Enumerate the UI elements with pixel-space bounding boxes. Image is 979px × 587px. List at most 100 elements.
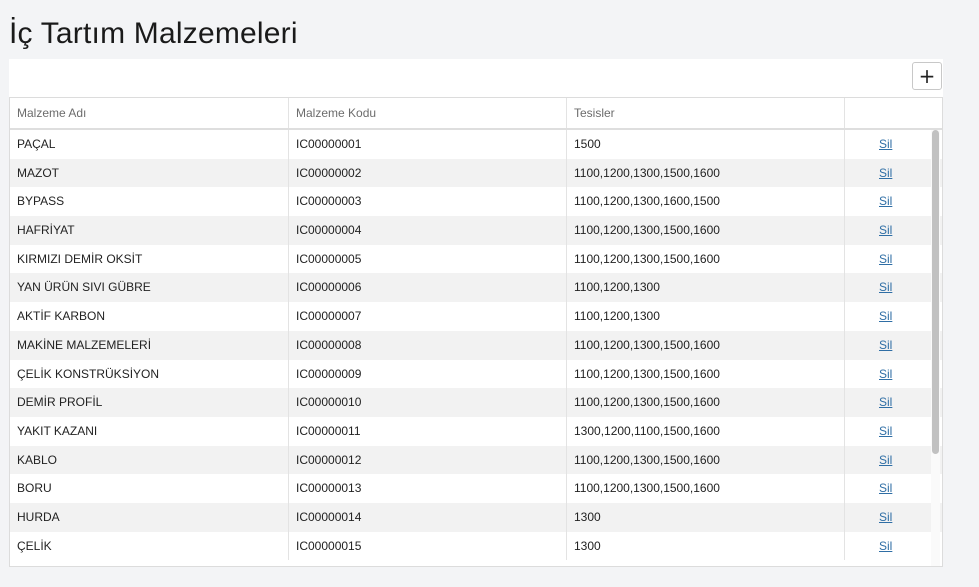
- delete-link[interactable]: Sil: [879, 395, 892, 409]
- plants-cell: 1100,1200,1300,1500,1600: [567, 158, 845, 188]
- actions-cell: Sil: [845, 388, 942, 417]
- actions-cell: Sil: [845, 474, 942, 503]
- material-code-cell: IC00000012: [289, 445, 567, 475]
- actions-cell: Sil: [845, 130, 942, 159]
- material-code-cell: IC00000013: [289, 474, 567, 503]
- table-row[interactable]: YAN ÜRÜN SIVI GÜBRE IC00000006 1100,1200,1…: [10, 273, 942, 303]
- scrollbar-thumb[interactable]: [932, 130, 939, 454]
- plants-cell: 1300,1200,1100,1500,1600: [567, 416, 845, 446]
- material-name-cell: HURDA: [10, 502, 289, 532]
- actions-cell: Sil: [845, 302, 942, 331]
- material-name-cell: YAKIT KAZANI: [10, 416, 289, 446]
- plants-cell: 1100,1200,1300,1500,1600: [567, 330, 845, 360]
- delete-link[interactable]: Sil: [879, 252, 892, 266]
- delete-link[interactable]: Sil: [879, 166, 892, 180]
- material-code-cell: IC00000009: [289, 359, 567, 389]
- plants-cell: 1100,1200,1300: [567, 273, 845, 303]
- material-code-cell: IC00000007: [289, 302, 567, 331]
- table-row[interactable]: MAZOT IC00000002 1100,1200,1300,1500,1600 S…: [10, 158, 942, 188]
- material-name-cell: DEMİR PROFİL: [10, 388, 289, 417]
- actions-cell: Sil: [845, 446, 942, 475]
- plants-cell: 1100,1200,1300,1500,1600: [567, 474, 845, 503]
- table-row[interactable]: MAKİNE MALZEMELERİ IC00000008 1100,1200,13…: [10, 330, 942, 360]
- material-code-cell: IC00000015: [289, 531, 567, 561]
- table-row[interactable]: HURDA IC00000014 1300 Sil: [10, 502, 942, 532]
- add-button[interactable]: +: [912, 62, 942, 90]
- actions-cell: Sil: [845, 216, 942, 245]
- table-row[interactable]: AKTİF KARBON IC00000007 1100,1200,1300 Sil: [10, 302, 942, 331]
- plants-cell: 1100,1200,1300: [567, 302, 845, 331]
- delete-link[interactable]: Sil: [879, 453, 892, 467]
- table-row[interactable]: BYPASS IC00000003 1100,1200,1300,1600,1500…: [10, 187, 942, 217]
- delete-link[interactable]: Sil: [879, 280, 892, 294]
- table-row[interactable]: HAFRİYAT IC00000004 1100,1200,1300,1500,16…: [10, 216, 942, 245]
- material-code-cell: IC00000002: [289, 158, 567, 188]
- table-header: Malzeme Adı Malzeme Kodu Tesisler: [10, 98, 942, 130]
- table-row[interactable]: DEMİR PROFİL IC00000010 1100,1200,1300,150…: [10, 388, 942, 417]
- table-row[interactable]: ÇELİK IC00000015 1300 Sil: [10, 531, 942, 561]
- delete-link[interactable]: Sil: [879, 309, 892, 323]
- table-row[interactable]: ÇELİK KONSTRÜKSİYON IC00000009 1100,1200,1…: [10, 359, 942, 389]
- actions-cell: Sil: [845, 360, 942, 389]
- plants-cell: 1100,1200,1300,1500,1600: [567, 445, 845, 475]
- actions-cell: Sil: [845, 503, 942, 532]
- plants-cell: 1100,1200,1300,1500,1600: [567, 244, 845, 274]
- material-code-cell: IC00000010: [289, 388, 567, 417]
- plants-cell: 1500: [567, 130, 845, 159]
- material-name-cell: KABLO: [10, 445, 289, 475]
- delete-link[interactable]: Sil: [879, 338, 892, 352]
- material-name-cell: YAN ÜRÜN SIVI GÜBRE: [10, 273, 289, 303]
- column-header-actions: [845, 98, 942, 128]
- plants-cell: 1100,1200,1300,1500,1600: [567, 216, 845, 245]
- material-code-cell: IC00000014: [289, 502, 567, 532]
- page-title: İç Tartım Malzemeleri: [9, 17, 298, 50]
- material-name-cell: MAZOT: [10, 158, 289, 188]
- actions-cell: Sil: [845, 273, 942, 302]
- actions-cell: Sil: [845, 187, 942, 216]
- delete-link[interactable]: Sil: [879, 510, 892, 524]
- actions-cell: Sil: [845, 245, 942, 274]
- table-body: PAÇAL IC00000001 1500 Sil MAZOT IC00000002 110…: [10, 130, 942, 561]
- actions-cell: Sil: [845, 159, 942, 188]
- delete-link[interactable]: Sil: [879, 367, 892, 381]
- table-row[interactable]: PAÇAL IC00000001 1500 Sil: [10, 130, 942, 159]
- material-name-cell: KIRMIZI DEMİR OKSİT: [10, 244, 289, 274]
- delete-link[interactable]: Sil: [879, 137, 892, 151]
- plants-cell: 1100,1200,1300,1500,1600: [567, 388, 845, 417]
- column-header-material-code[interactable]: Malzeme Kodu: [289, 98, 567, 128]
- delete-link[interactable]: Sil: [879, 539, 892, 553]
- materials-table: Malzeme Adı Malzeme Kodu Tesisler PAÇAL I…: [9, 97, 943, 567]
- material-name-cell: AKTİF KARBON: [10, 302, 289, 331]
- plants-cell: 1300: [567, 502, 845, 532]
- table-row[interactable]: BORU IC00000013 1100,1200,1300,1500,1600 Si…: [10, 474, 942, 503]
- vertical-scrollbar[interactable]: [931, 130, 940, 566]
- table-row[interactable]: KABLO IC00000012 1100,1200,1300,1500,1600 S…: [10, 445, 942, 475]
- material-name-cell: BYPASS: [10, 187, 289, 217]
- material-code-cell: IC00000011: [289, 416, 567, 446]
- grid-toolbar: +: [9, 59, 943, 97]
- delete-link[interactable]: Sil: [879, 223, 892, 237]
- material-code-cell: IC00000004: [289, 216, 567, 245]
- actions-cell: Sil: [845, 417, 942, 446]
- table-row[interactable]: KIRMIZI DEMİR OKSİT IC00000005 1100,1200,1…: [10, 244, 942, 274]
- plants-cell: 1300: [567, 531, 845, 561]
- table-row[interactable]: YAKIT KAZANI IC00000011 1300,1200,1100,150…: [10, 416, 942, 446]
- column-header-material-name[interactable]: Malzeme Adı: [10, 98, 289, 128]
- material-code-cell: IC00000003: [289, 187, 567, 217]
- material-code-cell: IC00000008: [289, 330, 567, 360]
- plants-cell: 1100,1200,1300,1600,1500: [567, 187, 845, 217]
- material-name-cell: ÇELİK: [10, 531, 289, 561]
- delete-link[interactable]: Sil: [879, 481, 892, 495]
- delete-link[interactable]: Sil: [879, 424, 892, 438]
- material-name-cell: MAKİNE MALZEMELERİ: [10, 330, 289, 360]
- material-name-cell: PAÇAL: [10, 130, 289, 159]
- material-name-cell: ÇELİK KONSTRÜKSİYON: [10, 359, 289, 389]
- actions-cell: Sil: [845, 331, 942, 360]
- plants-cell: 1100,1200,1300,1500,1600: [567, 359, 845, 389]
- actions-cell: Sil: [845, 532, 942, 561]
- material-code-cell: IC00000001: [289, 130, 567, 159]
- material-name-cell: HAFRİYAT: [10, 216, 289, 245]
- delete-link[interactable]: Sil: [879, 194, 892, 208]
- column-header-plants[interactable]: Tesisler: [567, 98, 845, 128]
- material-name-cell: BORU: [10, 474, 289, 503]
